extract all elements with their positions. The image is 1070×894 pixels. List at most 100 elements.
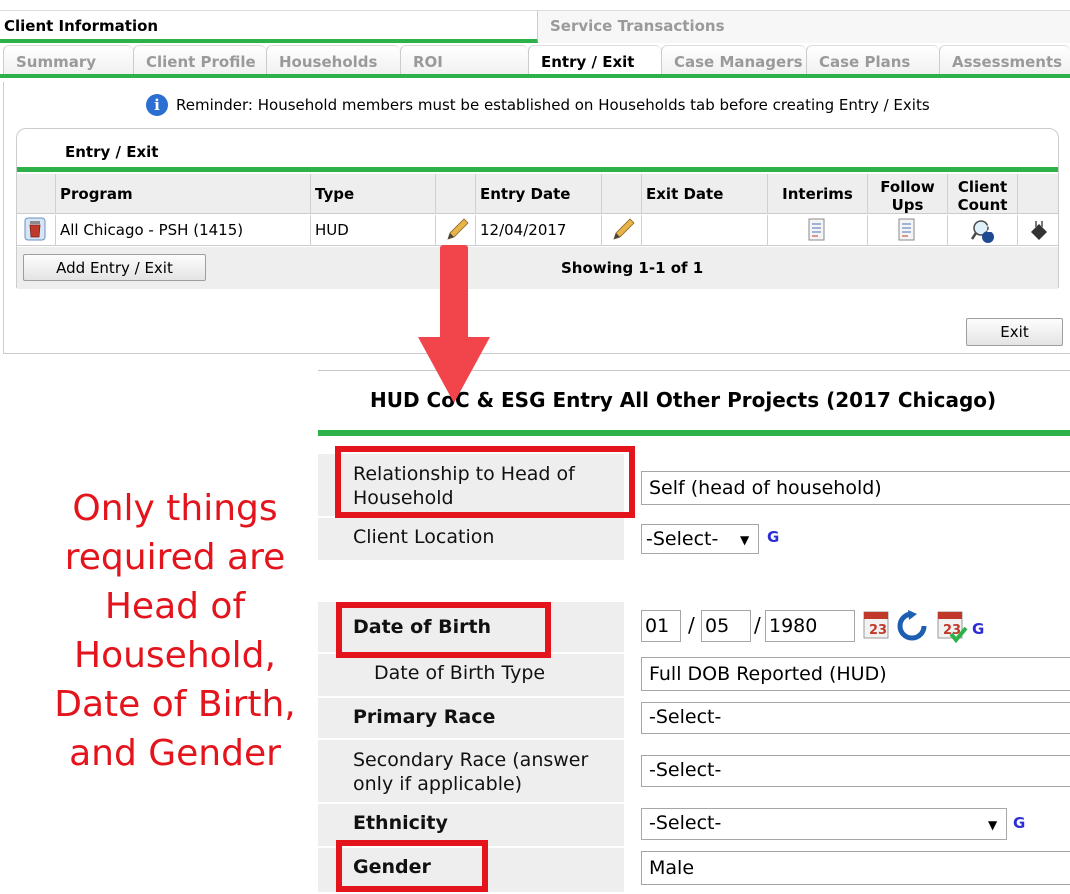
sub-tab-bar: Summary Client Profile Households ROI En…	[0, 45, 1070, 78]
form-title-divider	[318, 430, 1070, 436]
column-header-client-count: Client Count	[947, 174, 1017, 214]
dob-month-input[interactable]: 01	[641, 610, 681, 642]
reminder-message: i Reminder: Household members must be es…	[146, 94, 930, 116]
section-title: Entry / Exit	[65, 143, 159, 161]
trash-icon[interactable]	[23, 217, 47, 241]
arrow-down-icon	[418, 245, 490, 403]
annotation-text: Only things required are Head of Househo…	[40, 484, 310, 778]
exit-date-cell	[641, 215, 767, 246]
interims-cell	[767, 215, 867, 246]
column-header-blank	[435, 174, 475, 214]
document-icon[interactable]	[806, 218, 828, 242]
calendar-check-icon[interactable]: 23	[935, 608, 969, 644]
column-header-client-count-line1: Client	[957, 178, 1008, 196]
column-header-exit-date[interactable]: Exit Date	[641, 174, 767, 214]
dob-type-row: Date of Birth Type Full DOB Reported (HU…	[318, 654, 1070, 696]
annotation-line: Household,	[74, 635, 276, 676]
dob-year-input[interactable]: 1980	[765, 610, 855, 642]
calendar-icon[interactable]: 23	[861, 608, 893, 642]
tab-case-plans[interactable]: Case Plans	[806, 45, 939, 74]
annotation-line: Head of	[104, 586, 246, 627]
secondary-race-label: Secondary Race (answer only if applicabl…	[318, 740, 624, 802]
column-header-follow-ups: Follow Ups	[867, 174, 947, 214]
entry-assessment-form: HUD CoC & ESG Entry All Other Projects (…	[318, 362, 1070, 894]
edit-entry-cell	[435, 215, 475, 246]
dob-day-input[interactable]: 05	[701, 610, 751, 642]
client-location-select[interactable]: -Select- ▼	[641, 524, 759, 554]
column-header-interims: Interims	[767, 174, 867, 214]
tab-client-profile[interactable]: Client Profile	[133, 45, 266, 74]
edit-exit-cell	[601, 215, 641, 246]
primary-race-label: Primary Race	[318, 698, 624, 738]
primary-race-select[interactable]: -Select-	[641, 702, 1070, 734]
column-header-blank	[1017, 174, 1058, 214]
column-header-type[interactable]: Type	[310, 174, 435, 214]
program-cell[interactable]: All Chicago - PSH (1415)	[55, 215, 310, 246]
tab-assessments[interactable]: Assessments	[939, 45, 1070, 74]
table-footer: Add Entry / Exit Showing 1-1 of 1	[17, 247, 1058, 289]
column-header-blank	[601, 174, 641, 214]
spacer-row	[318, 562, 1070, 600]
tab-roi[interactable]: ROI	[400, 45, 528, 74]
client-location-row: Client Location -Select- ▼ G	[318, 518, 1070, 560]
entry-exit-tab-content: i Reminder: Household members must be es…	[3, 82, 1070, 354]
annotation-line: Date of Birth,	[54, 684, 296, 725]
ethnicity-value: -Select-	[649, 812, 722, 834]
chevron-down-icon: ▼	[740, 533, 750, 547]
dob-type-label: Date of Birth Type	[318, 654, 624, 696]
highlight-box-dob	[336, 602, 551, 658]
client-count-badge: 2	[986, 224, 994, 235]
column-header-entry-date[interactable]: Entry Date	[475, 174, 601, 214]
annotation-line: Only things	[72, 488, 278, 529]
primary-race-row: Primary Race -Select-	[318, 698, 1070, 738]
pagination-status: Showing 1-1 of 1	[561, 259, 704, 277]
exit-button[interactable]: Exit	[966, 318, 1063, 346]
type-cell: HUD	[310, 215, 435, 246]
client-panel: Client Information Service Transactions …	[0, 0, 1070, 355]
spacer-label	[318, 562, 624, 600]
tab-summary[interactable]: Summary	[3, 45, 133, 74]
info-icon: i	[146, 94, 168, 116]
annotation-line: required are	[64, 537, 286, 578]
table-row: All Chicago - PSH (1415) HUD 12/04/2017	[17, 215, 1058, 246]
delete-cell	[17, 215, 55, 246]
gender-field[interactable]: Male	[641, 851, 1070, 885]
tab-case-managers[interactable]: Case Managers	[661, 45, 806, 74]
highlight-box-gender	[336, 840, 488, 892]
top-tab-bar: Client Information Service Transactions	[0, 10, 1070, 43]
relationship-field[interactable]: Self (head of household)	[641, 471, 1070, 505]
document-icon[interactable]	[896, 218, 918, 242]
tab-service-transactions[interactable]: Service Transactions	[538, 10, 1070, 43]
tab-client-information[interactable]: Client Information	[0, 10, 538, 43]
follow-ups-cell	[867, 215, 947, 246]
svg-text:23: 23	[869, 623, 887, 638]
tab-households[interactable]: Households	[266, 45, 400, 74]
table-header: Program Type Entry Date Exit Date Interi…	[17, 174, 1058, 214]
entry-date-cell: 12/04/2017	[475, 215, 601, 246]
pencil-icon[interactable]	[444, 217, 470, 243]
client-location-label: Client Location	[318, 518, 624, 560]
g-link[interactable]: G	[1013, 814, 1025, 832]
client-count-cell: 2	[947, 215, 1017, 246]
refresh-icon[interactable]	[895, 610, 929, 642]
dob-separator: /	[754, 613, 761, 637]
g-link[interactable]: G	[972, 620, 984, 638]
secondary-race-row: Secondary Race (answer only if applicabl…	[318, 740, 1070, 802]
column-header-program[interactable]: Program	[55, 174, 310, 214]
tab-entry-exit[interactable]: Entry / Exit	[528, 45, 661, 74]
pencil-icon[interactable]	[610, 217, 636, 243]
dob-type-field[interactable]: Full DOB Reported (HUD)	[641, 657, 1070, 691]
secondary-race-label-line1: Secondary Race (answer	[353, 749, 589, 771]
column-header-follow-ups-line1: Follow	[880, 178, 935, 196]
entry-exit-section: Entry / Exit Program Type Entry Date Exi…	[16, 128, 1059, 289]
dob-separator: /	[688, 613, 695, 637]
section-divider	[17, 167, 1058, 172]
g-link[interactable]: G	[767, 528, 779, 546]
secondary-race-label-line2: only if applicable)	[353, 773, 523, 795]
attachment-cell	[1017, 215, 1058, 246]
secondary-race-select[interactable]: -Select-	[641, 755, 1070, 787]
column-header-follow-ups-line2: Ups	[891, 196, 924, 214]
add-entry-exit-button[interactable]: Add Entry / Exit	[23, 254, 206, 281]
binder-clip-icon[interactable]	[1027, 218, 1051, 242]
ethnicity-select[interactable]: -Select- ▼	[641, 808, 1007, 840]
